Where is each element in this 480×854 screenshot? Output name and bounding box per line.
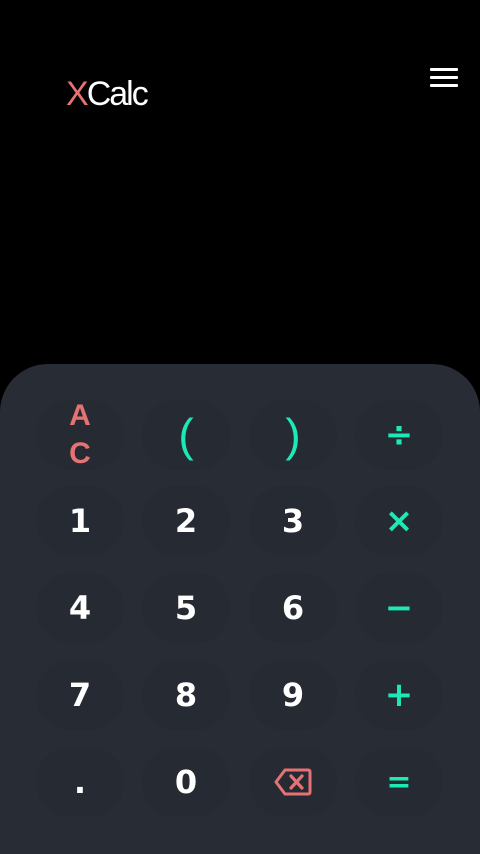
digit-2-button[interactable]: 2 (142, 486, 230, 556)
digit-6-button[interactable]: 6 (249, 573, 337, 643)
minus-button[interactable]: − (355, 573, 443, 643)
all-clear-label-c: C (69, 437, 91, 470)
open-paren-button[interactable]: ( (142, 400, 230, 470)
digit-5-button[interactable]: 5 (142, 573, 230, 643)
digit-9-button[interactable]: 9 (249, 660, 337, 730)
app-logo: XCalc (66, 72, 149, 116)
plus-button[interactable]: + (355, 660, 443, 730)
backspace-icon (274, 768, 312, 796)
divide-button[interactable]: ÷ (355, 400, 443, 470)
logo-name: Calc (86, 75, 149, 113)
menu-icon-bar-top (430, 68, 458, 71)
digit-4-button[interactable]: 4 (36, 573, 124, 643)
digit-1-button[interactable]: 1 (36, 486, 124, 556)
menu-icon-bar-bottom (430, 84, 458, 87)
digit-7-button[interactable]: 7 (36, 660, 124, 730)
multiply-button[interactable]: × (355, 486, 443, 556)
digit-8-button[interactable]: 8 (142, 660, 230, 730)
logo-x: X (66, 75, 89, 113)
calculator-app: XCalc A C ( ) ÷ 1 2 3 × 4 5 6 − 7 8 9 + … (0, 0, 480, 854)
decimal-button[interactable]: . (36, 747, 124, 817)
all-clear-button[interactable]: A C (36, 399, 124, 470)
all-clear-label-a: A (69, 399, 91, 432)
expression-display (20, 140, 460, 350)
digit-3-button[interactable]: 3 (249, 486, 337, 556)
equals-button[interactable]: = (355, 747, 443, 817)
menu-button[interactable] (426, 62, 462, 94)
menu-icon-bar-middle (430, 76, 458, 79)
digit-0-button[interactable]: 0 (142, 747, 230, 817)
backspace-button[interactable] (249, 747, 337, 817)
keypad: A C ( ) ÷ 1 2 3 × 4 5 6 − 7 8 9 + . 0 = (0, 364, 480, 854)
close-paren-button[interactable]: ) (249, 400, 337, 470)
